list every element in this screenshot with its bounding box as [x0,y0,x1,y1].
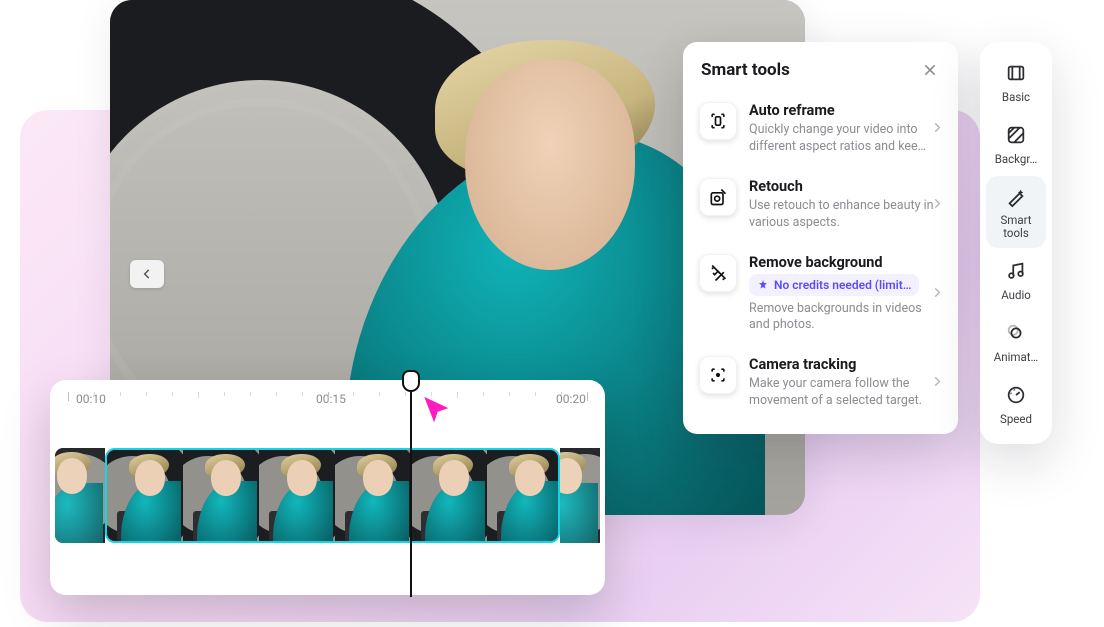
chevron-right-icon [930,119,944,138]
basic-icon [1005,62,1027,84]
chevron-right-icon [930,374,944,393]
speed-icon [1005,384,1027,406]
clip-thumbnail [259,450,335,541]
tool-title: Retouch [749,178,942,195]
nav-label: Basic [1002,90,1030,104]
nav-speed[interactable]: Speed [986,374,1046,434]
cursor-pointer-icon [420,394,454,428]
clip-thumbnail [487,450,560,541]
timeline-panel: 00:10 00:15 00:20 [50,380,605,595]
tool-retouch[interactable]: Retouch Use retouch to enhance beauty in… [697,168,944,242]
clip-thumbnail [183,450,259,541]
chevron-right-icon [930,195,944,214]
playhead-handle[interactable] [402,370,420,392]
nav-label: Smart tools [988,214,1044,240]
no-credits-badge: No credits needed (limit… [749,274,919,296]
nav-label: Backgr… [995,152,1038,166]
clip-thumbnail [55,448,105,543]
background-icon [1005,124,1027,146]
retouch-icon [699,178,737,216]
nav-label: Speed [1000,412,1032,426]
tool-description: Make your camera follow the movement of … [749,376,942,410]
tool-description: Quickly change your video into different… [749,122,942,156]
chevron-right-icon [930,284,944,303]
tool-description: Remove backgrounds in videos and photos. [749,301,942,335]
auto-reframe-icon [699,102,737,140]
nav-smart-tools[interactable]: Smart tools [986,176,1046,248]
video-clip[interactable] [105,448,560,543]
tool-camera-tracking[interactable]: Camera tracking Make your camera follow … [697,346,944,420]
tool-title: Camera tracking [749,356,942,373]
smart-tools-panel: Smart tools Auto reframe Quickly change … [683,42,958,434]
badge-text: No credits needed (limit… [774,278,911,292]
audio-icon [1005,260,1027,282]
timeline-track-area[interactable] [50,448,605,548]
tool-auto-reframe[interactable]: Auto reframe Quickly change your video i… [697,92,944,166]
clip-thumbnail [560,448,600,543]
scene-person-head [465,60,635,270]
remove-background-icon [699,254,737,292]
panel-title: Smart tools [701,60,790,80]
smart-tools-icon [1005,186,1027,208]
nav-audio[interactable]: Audio [986,250,1046,310]
clip-thumbnail [335,450,411,541]
nav-basic[interactable]: Basic [986,52,1046,112]
clip-thumbnail [411,450,487,541]
animation-icon [1005,322,1027,344]
timeline-ruler[interactable]: 00:10 00:15 00:20 [50,380,605,430]
close-button[interactable] [920,60,940,80]
nav-label: Audio [1001,288,1031,302]
tool-description: Use retouch to enhance beauty in various… [749,198,942,232]
tool-remove-background[interactable]: Remove background No credits needed (lim… [697,244,944,345]
right-nav: Basic Backgr… Smart tools Audio Animat… … [980,42,1052,444]
nav-animation[interactable]: Animat… [986,312,1046,372]
playhead[interactable] [410,377,412,597]
tool-title: Remove background [749,254,942,271]
clip-thumbnail [107,450,183,541]
nav-label: Animat… [994,350,1038,364]
preview-back-button[interactable] [130,260,164,288]
nav-background[interactable]: Backgr… [986,114,1046,174]
tool-title: Auto reframe [749,102,942,119]
camera-tracking-icon [699,356,737,394]
